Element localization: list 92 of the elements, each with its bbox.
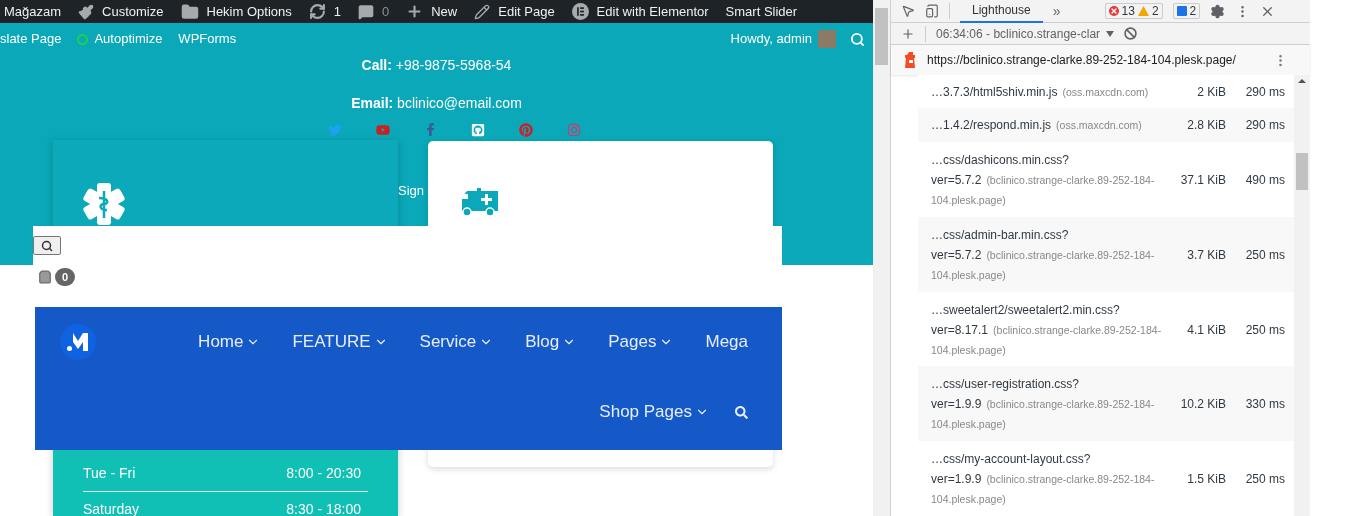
admin-bar-item[interactable]: Smart Slider xyxy=(725,1,798,22)
admin-bar-item[interactable]: Edit Page xyxy=(498,1,555,22)
resource-path: …3.7.3/html5shiv.min.js xyxy=(931,84,1058,99)
search-button[interactable] xyxy=(33,236,61,255)
add-icon[interactable] xyxy=(901,26,915,41)
refresh-icon xyxy=(308,3,326,20)
transfer-size: 10.2 KiB xyxy=(1179,396,1226,414)
admin-bar-item[interactable]: Customize xyxy=(102,1,164,22)
github-icon[interactable] xyxy=(471,123,485,137)
issues-counter[interactable]: 13 2 xyxy=(1104,3,1163,19)
resource-query-and-host: ver=1.9.9 (bclinico.strange-clarke.89-252-184-104.plesk.page) xyxy=(931,471,1156,508)
resource-host: (oss.maxcdn.com) xyxy=(1062,85,1149,98)
message-icon xyxy=(1176,6,1187,16)
contact-line: Email: bclinico@email.com xyxy=(351,94,522,113)
logo[interactable] xyxy=(60,324,96,360)
search-icon xyxy=(41,239,53,252)
logo-mark-icon xyxy=(67,333,89,351)
admin-bar-item[interactable]: Edit with Elementor xyxy=(596,1,709,22)
hours-label: 8:00 - 20:30 xyxy=(286,464,361,483)
load-time: 290 ms xyxy=(1244,83,1285,101)
resource-path: …sweetalert2/sweetalert2.min.css? xyxy=(931,301,1121,319)
messages-counter[interactable]: 2 xyxy=(1172,3,1201,19)
device-toolbar-icon[interactable] xyxy=(925,4,939,18)
scrollbar-thumb[interactable] xyxy=(875,8,888,65)
nav-link[interactable]: Blog xyxy=(525,329,577,355)
dropdown-icon xyxy=(1106,30,1115,37)
youtube-icon[interactable] xyxy=(376,123,390,137)
settings-icon[interactable] xyxy=(1210,3,1226,19)
resource-path: …css/my-account-layout.css? xyxy=(931,451,1092,469)
resource-host: (oss.maxcdn.com) xyxy=(1056,119,1142,132)
resource-query-and-host: ver=5.7.2 (bclinico.strange-clarke.89-252-184-104.plesk.page) xyxy=(931,246,1156,283)
transfer-size: 2 KiB xyxy=(1196,83,1226,101)
cart-count-badge: 0 xyxy=(55,268,75,286)
transfer-size: 37.1 KiB xyxy=(1179,171,1226,189)
admin-bar-item[interactable]: 1 xyxy=(333,1,341,22)
sign-text: Sign xyxy=(398,182,425,200)
paintbrush-icon xyxy=(78,3,95,20)
nav-link[interactable]: Mega xyxy=(705,329,748,355)
instagram-icon[interactable] xyxy=(567,123,581,137)
transfer-size: 3.7 KiB xyxy=(1186,246,1226,264)
error-icon xyxy=(1108,6,1119,16)
resource-path: …1.4.2/respond.min.js xyxy=(931,118,1052,133)
page-url: https://bclinico.strange-clarke.89-252-184-104.plesk.page/ xyxy=(927,52,1236,69)
clear-icon[interactable] xyxy=(1124,27,1138,40)
resource-path: …css/admin-bar.min.css? xyxy=(931,226,1070,244)
pencil-icon xyxy=(474,3,491,20)
load-time: 490 ms xyxy=(1244,171,1285,189)
load-time: 250 ms xyxy=(1244,321,1285,339)
transfer-size: 4.1 KiB xyxy=(1186,321,1226,339)
inspect-icon[interactable] xyxy=(901,4,915,18)
admin-bar-item[interactable]: New xyxy=(431,1,458,22)
scroll-up-icon[interactable] xyxy=(1298,79,1306,83)
load-time: 330 ms xyxy=(1244,396,1285,414)
elementor-icon xyxy=(571,3,589,20)
transfer-size: 2.8 KiB xyxy=(1186,117,1226,135)
admin-bar-item[interactable]: Hekim Options xyxy=(206,1,292,22)
nav-link[interactable]: Pages xyxy=(608,329,674,355)
transfer-size: 1.5 KiB xyxy=(1186,471,1226,489)
lighthouse-icon xyxy=(905,52,917,68)
hours-label: 8:30 - 18:00 xyxy=(286,500,361,516)
resource-query-and-host: ver=8.17.1 (bclinico.strange-clarke.89-252-184-104.plesk.page) xyxy=(931,321,1163,358)
avatar xyxy=(818,30,836,48)
pinterest-icon[interactable] xyxy=(519,123,533,137)
nav-link[interactable]: Home xyxy=(198,329,261,355)
resource-path: …css/user-registration.css? xyxy=(931,376,1081,394)
admin-bar-item[interactable]: Mağazam xyxy=(4,1,62,22)
error-count: 13 xyxy=(1121,3,1135,20)
plus-icon xyxy=(406,3,424,20)
folder-icon xyxy=(180,2,199,21)
nav-link[interactable]: Shop Pages xyxy=(599,399,709,425)
status-ring-icon xyxy=(77,33,89,45)
load-time: 250 ms xyxy=(1244,471,1285,489)
nav-link[interactable]: Service xyxy=(419,329,494,355)
load-time: 250 ms xyxy=(1244,246,1285,264)
day-label: Tue - Fri xyxy=(83,464,136,483)
search-icon[interactable] xyxy=(850,31,865,47)
day-label: Saturday xyxy=(83,500,140,516)
admin-bar-item[interactable]: 0 xyxy=(382,1,390,22)
warning-icon xyxy=(1137,6,1149,16)
resource-query-and-host: ver=1.9.9 (bclinico.strange-clarke.89-252-184-104.plesk.page) xyxy=(931,396,1156,433)
nav-link[interactable]: FEATURE xyxy=(292,329,388,355)
comment-icon xyxy=(358,3,374,20)
resource-query-and-host: ver=5.7.2 (bclinico.strange-clarke.89-252-184-104.plesk.page) xyxy=(931,171,1156,208)
resource-path: …css/dashicons.min.css? xyxy=(931,151,1071,169)
facebook-icon[interactable] xyxy=(424,123,437,136)
load-time: 290 ms xyxy=(1244,117,1285,135)
more-tabs-button[interactable]: » xyxy=(1052,0,1061,22)
scrollbar-thumb[interactable] xyxy=(1296,153,1308,190)
contact-line: Call: +98-9875-5968-54 xyxy=(361,56,512,75)
warning-count: 2 xyxy=(1151,3,1159,20)
message-count: 2 xyxy=(1189,3,1197,20)
search-icon[interactable] xyxy=(735,405,748,419)
